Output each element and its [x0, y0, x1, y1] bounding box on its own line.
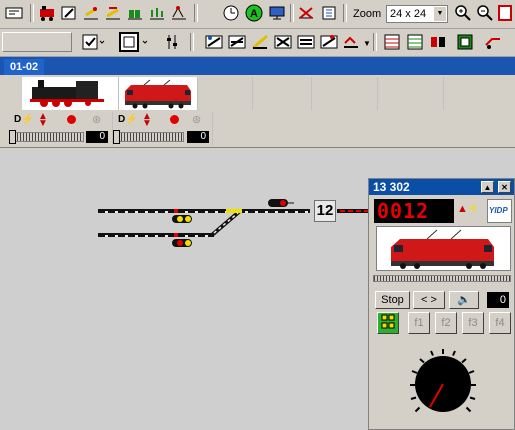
direction-button[interactable]: < >	[413, 291, 445, 309]
signal-icon[interactable]	[81, 3, 101, 23]
grid-1-icon[interactable]	[382, 32, 402, 52]
zoom-value: 24 x 24	[390, 8, 427, 20]
speed-dial[interactable]	[403, 344, 483, 424]
close-icon[interactable]: ✕	[498, 181, 511, 193]
loco-slot-5[interactable]	[312, 77, 378, 110]
stop-button[interactable]: Stop	[375, 291, 410, 309]
grid-2-icon[interactable]	[405, 32, 425, 52]
signal-lower-left[interactable]	[172, 239, 192, 247]
route-icon[interactable]	[147, 3, 167, 23]
box-icon[interactable]	[455, 32, 475, 52]
stop-icon[interactable]	[170, 115, 179, 124]
track-5-icon[interactable]	[296, 32, 316, 52]
main-toolbar: A Zoom 24 x 24 ▼	[0, 0, 515, 29]
loco-icon[interactable]	[37, 3, 57, 23]
brand-logo-text: YIDP	[489, 206, 508, 215]
light-icon[interactable]: D⚡	[118, 114, 138, 125]
road-icon[interactable]	[319, 3, 339, 23]
function-icon[interactable]: ⊛	[92, 113, 101, 126]
loco-image-frame	[376, 226, 511, 271]
loco-slot-4[interactable]	[253, 77, 312, 110]
block-number[interactable]: 12	[314, 200, 336, 222]
edit-toolbar: ▼	[0, 29, 515, 57]
brand-logo: YIDP	[487, 199, 512, 223]
panel-title: 13 302 ▲ ✕	[369, 179, 514, 195]
panel-title-text: 13 302	[373, 180, 410, 194]
loco-control-2: D⚡ ▲ ▼ ⊛ 0	[112, 112, 213, 146]
light-icon[interactable]: D⚡	[14, 114, 34, 125]
slider-thumb[interactable]	[9, 130, 16, 144]
loco-slot-7[interactable]	[444, 77, 515, 110]
grid-3-icon[interactable]	[428, 32, 448, 52]
train-icon[interactable]	[125, 3, 145, 23]
steam-loco-image	[30, 80, 104, 107]
track-3-icon[interactable]	[250, 32, 270, 52]
function-f1-button[interactable]: f1	[408, 312, 430, 334]
function-f3-button[interactable]: f3	[462, 312, 484, 334]
green-a-icon[interactable]: A	[244, 3, 264, 23]
speed-readout: 0	[487, 292, 509, 308]
wagon-icon[interactable]	[483, 32, 503, 52]
loco-speed-1: 0	[86, 131, 108, 143]
sound-button[interactable]: 🔈	[449, 291, 479, 309]
electric-loco-image	[391, 229, 494, 269]
track-1-icon[interactable]	[204, 32, 224, 52]
collapse-button[interactable]: ▲	[481, 181, 494, 193]
loco-speed-2: 0	[187, 131, 209, 143]
track-2-icon[interactable]	[227, 32, 247, 52]
monitor-icon[interactable]	[267, 3, 287, 23]
loco-strip: D⚡ ▲ ▼ ⊛ 0 D⚡ ▲ ▼ ⊛ 0	[0, 75, 515, 148]
signal-2-icon[interactable]	[103, 3, 123, 23]
toolbar-grip[interactable]	[2, 32, 72, 52]
function-f4-button[interactable]: f4	[489, 312, 511, 334]
light-direction-icon: ▲☀	[457, 203, 478, 215]
route-2-icon[interactable]	[169, 3, 189, 23]
direction-icon[interactable]: ▲ ▼	[38, 112, 48, 129]
loco-control-panel: 13 302 ▲ ✕ 0012 ▲☀ YIDP Stop < > 🔈 0 f1 …	[368, 178, 515, 430]
slider-thumb[interactable]	[113, 130, 120, 144]
checkbox-icon[interactable]	[81, 32, 107, 52]
speed-slider[interactable]	[114, 132, 184, 142]
electric-loco-image	[125, 79, 191, 109]
frame-icon[interactable]	[118, 32, 154, 52]
clock-icon[interactable]	[221, 3, 241, 23]
loco-slot-3[interactable]	[198, 77, 253, 110]
signal-upper-left[interactable]	[172, 215, 192, 223]
speed-slider[interactable]	[10, 132, 84, 142]
track-7-icon[interactable]	[341, 32, 361, 52]
loco-slot-2[interactable]	[119, 77, 198, 110]
track-6-icon[interactable]	[319, 32, 339, 52]
function-f2-button[interactable]: f2	[435, 312, 457, 334]
svg-text:A: A	[250, 8, 258, 20]
no-entry-icon[interactable]	[296, 3, 316, 23]
toolbar-overflow-chevron[interactable]: ▼	[363, 39, 371, 48]
signal-upper-right[interactable]	[268, 199, 294, 207]
tab-01-02[interactable]: 01-02	[4, 59, 45, 75]
slider-icon[interactable]	[162, 32, 182, 52]
direction-icon[interactable]: ▲ ▼	[142, 112, 152, 129]
layout-icon[interactable]	[4, 3, 24, 23]
loco-control-1: D⚡ ▲ ▼ ⊛ 0	[8, 112, 113, 146]
zoom-label: Zoom	[353, 8, 382, 20]
stop-icon[interactable]	[67, 115, 76, 124]
loco-slot-1[interactable]	[22, 77, 119, 110]
function-icon[interactable]: ⊛	[192, 113, 201, 126]
layout-tabstrip: 01-02	[0, 57, 515, 75]
emergency-stop-icon[interactable]	[497, 3, 513, 23]
speed-bar[interactable]	[373, 275, 511, 282]
zoom-out-icon[interactable]	[475, 3, 495, 23]
function-f0-button[interactable]	[377, 312, 399, 334]
track-4-icon[interactable]	[273, 32, 293, 52]
chevron-down-icon[interactable]: ▼	[434, 7, 446, 21]
address-display: 0012	[374, 199, 454, 223]
edit-icon[interactable]	[59, 3, 79, 23]
loco-slot-6[interactable]	[378, 77, 444, 110]
zoom-in-icon[interactable]	[453, 3, 473, 23]
zoom-select[interactable]: 24 x 24 ▼	[386, 5, 448, 23]
